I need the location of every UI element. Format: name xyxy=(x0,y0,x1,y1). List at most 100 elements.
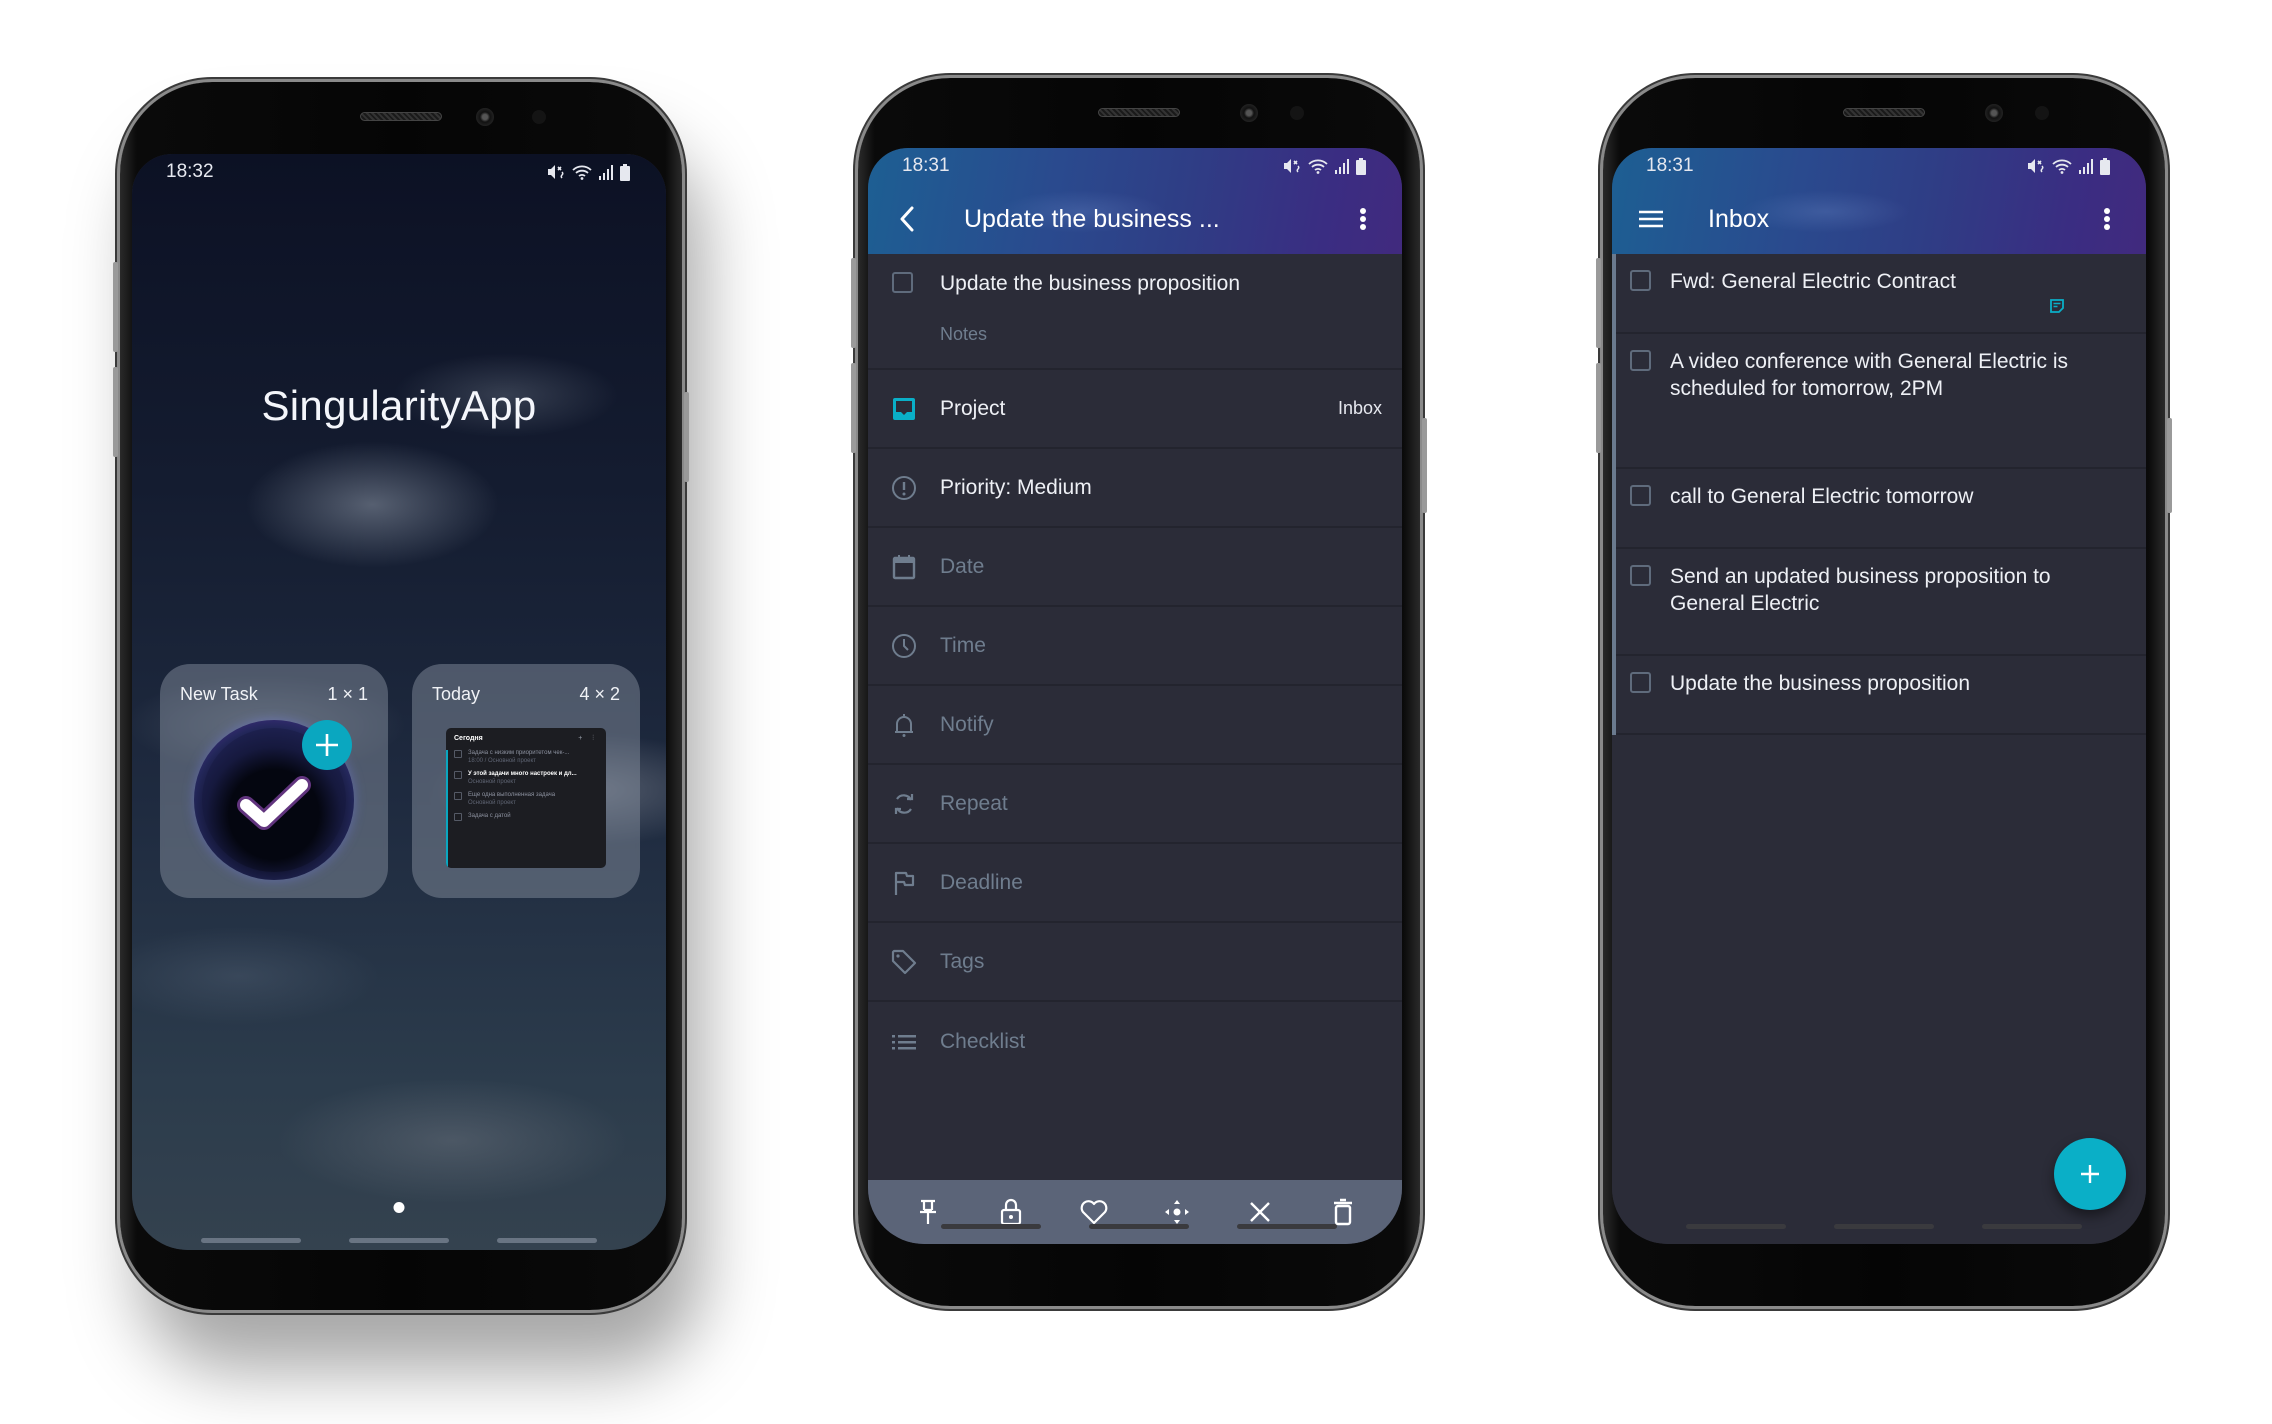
nav-hint-bars xyxy=(1615,1224,2153,1236)
power-button xyxy=(2167,418,2172,513)
earpiece-speaker xyxy=(360,112,442,121)
tag-icon xyxy=(890,948,918,976)
property-label: Priority: Medium xyxy=(940,475,1092,499)
status-icons xyxy=(1283,157,1366,175)
plus-icon xyxy=(2081,1165,2099,1183)
widget-today[interactable]: Today 4 × 2 Сегодня + ⫶ Задача с низким … xyxy=(412,664,640,898)
property-project[interactable]: Project Inbox xyxy=(868,370,1402,449)
nav-bar xyxy=(1237,1224,1337,1229)
task-list-item[interactable]: Send an updated business proposition to … xyxy=(1612,549,2146,656)
app-header: 18:31 Update the business ... xyxy=(868,148,1402,254)
hamburger-menu-icon[interactable] xyxy=(1634,202,1668,236)
task-checkbox[interactable] xyxy=(1630,270,1651,291)
toolbar: Inbox xyxy=(1612,184,2146,254)
status-bar: 18:32 xyxy=(132,154,666,190)
nav-hint-bars xyxy=(870,1224,1408,1236)
property-label: Notify xyxy=(940,712,994,736)
phone-task-detail: 18:31 Update the business ... Update the… xyxy=(851,78,1427,1306)
property-tags[interactable]: Tags xyxy=(868,923,1402,1002)
proximity-sensor xyxy=(1290,106,1304,120)
task-title: A video conference with General Electric… xyxy=(1670,350,2069,400)
task-checkbox[interactable] xyxy=(1630,350,1651,371)
task-list-item[interactable]: Fwd: General Electric Contract xyxy=(1612,254,2146,334)
property-deadline[interactable]: Deadline xyxy=(868,844,1402,923)
task-list-item[interactable]: Update the business proposition xyxy=(1612,656,2146,735)
bixby-button xyxy=(113,367,118,457)
task-checkbox[interactable] xyxy=(1630,672,1651,693)
status-icons xyxy=(2027,157,2110,175)
task-list-item[interactable]: A video conference with General Electric… xyxy=(1612,334,2146,469)
task-checkbox[interactable] xyxy=(1630,565,1651,586)
task-title: Send an updated business proposition to … xyxy=(1670,565,2051,615)
proximity-sensor xyxy=(532,110,546,124)
nav-bar xyxy=(349,1238,449,1243)
app-header: 18:31 Inbox xyxy=(1612,148,2146,254)
status-bar: 18:31 xyxy=(868,148,1402,184)
nav-bar xyxy=(941,1224,1041,1229)
proximity-sensor xyxy=(2035,106,2049,120)
property-label: Date xyxy=(940,554,985,578)
calendar-icon xyxy=(890,553,918,581)
property-label: Repeat xyxy=(940,791,1008,815)
preview-item-text: Еще одна выполненная задача xyxy=(468,792,556,798)
task-checkbox[interactable] xyxy=(892,272,913,293)
plus-icon xyxy=(302,720,352,770)
wifi-icon xyxy=(2052,158,2072,174)
property-label: Time xyxy=(940,633,986,657)
front-camera xyxy=(476,108,494,126)
preview-item: Задача с низким приоритетом чек-... 18:00… xyxy=(454,749,598,765)
mute-vibrate-icon xyxy=(2027,158,2045,174)
signal-icon xyxy=(2079,158,2093,174)
front-camera xyxy=(1240,104,1258,122)
nav-bar xyxy=(1089,1224,1189,1229)
priority-icon xyxy=(890,474,918,502)
notes-field[interactable]: Notes xyxy=(940,324,987,345)
task-checkbox[interactable] xyxy=(1630,485,1651,506)
clock-icon xyxy=(890,632,918,660)
page-title: Inbox xyxy=(1708,204,1770,233)
property-priority[interactable]: Priority: Medium xyxy=(868,449,1402,528)
task-list-item[interactable]: call to General Electric tomorrow xyxy=(1612,469,2146,549)
property-notify[interactable]: Notify xyxy=(868,686,1402,765)
today-widget-preview: Сегодня + ⫶ Задача с низким приоритетом … xyxy=(446,728,606,868)
preview-item-sub: Основной проект xyxy=(468,800,516,806)
wifi-icon xyxy=(1308,158,1328,174)
status-time: 18:31 xyxy=(902,155,950,176)
bixby-button xyxy=(851,363,856,453)
nav-bar xyxy=(497,1238,597,1243)
nav-bar xyxy=(1686,1224,1786,1229)
check-icon xyxy=(237,776,311,831)
preview-header: Сегодня + ⫶ xyxy=(454,735,598,743)
widget-name: Today xyxy=(432,684,481,704)
more-vertical-icon[interactable] xyxy=(2090,202,2124,236)
task-title-field[interactable]: Update the business proposition xyxy=(940,272,1240,296)
nav-bar xyxy=(201,1238,301,1243)
property-label: Project xyxy=(940,396,1006,420)
wifi-icon xyxy=(572,164,592,180)
task-title: Fwd: General Electric Contract xyxy=(1670,270,1956,293)
nav-bar xyxy=(1982,1224,2082,1229)
screen: 18:31 Update the business ... Update the… xyxy=(868,148,1402,1244)
add-task-button[interactable] xyxy=(2054,1138,2126,1210)
status-time: 18:31 xyxy=(1646,155,1694,176)
chevron-left-icon[interactable] xyxy=(890,202,924,236)
widget-header: Today 4 × 2 xyxy=(432,684,620,705)
more-vertical-icon[interactable] xyxy=(1346,202,1380,236)
earpiece-speaker xyxy=(1843,108,1925,117)
preview-item-sub: Основной проект xyxy=(468,779,516,785)
widget-size: 1 × 1 xyxy=(327,684,368,704)
widget-header: New Task 1 × 1 xyxy=(180,684,368,705)
property-checklist[interactable]: Checklist xyxy=(868,1002,1402,1081)
property-date[interactable]: Date xyxy=(868,528,1402,607)
flag-icon xyxy=(890,869,918,897)
power-button xyxy=(684,392,689,482)
power-button xyxy=(1422,418,1427,513)
signal-icon xyxy=(599,164,613,180)
widget-new-task[interactable]: New Task 1 × 1 xyxy=(160,664,388,898)
property-repeat[interactable]: Repeat xyxy=(868,765,1402,844)
accent-bar xyxy=(446,750,448,868)
preview-item: Еще одна выполненная задача Основной прое… xyxy=(454,791,598,807)
volume-button xyxy=(1596,258,1601,348)
property-time[interactable]: Time xyxy=(868,607,1402,686)
status-time: 18:32 xyxy=(166,161,214,182)
